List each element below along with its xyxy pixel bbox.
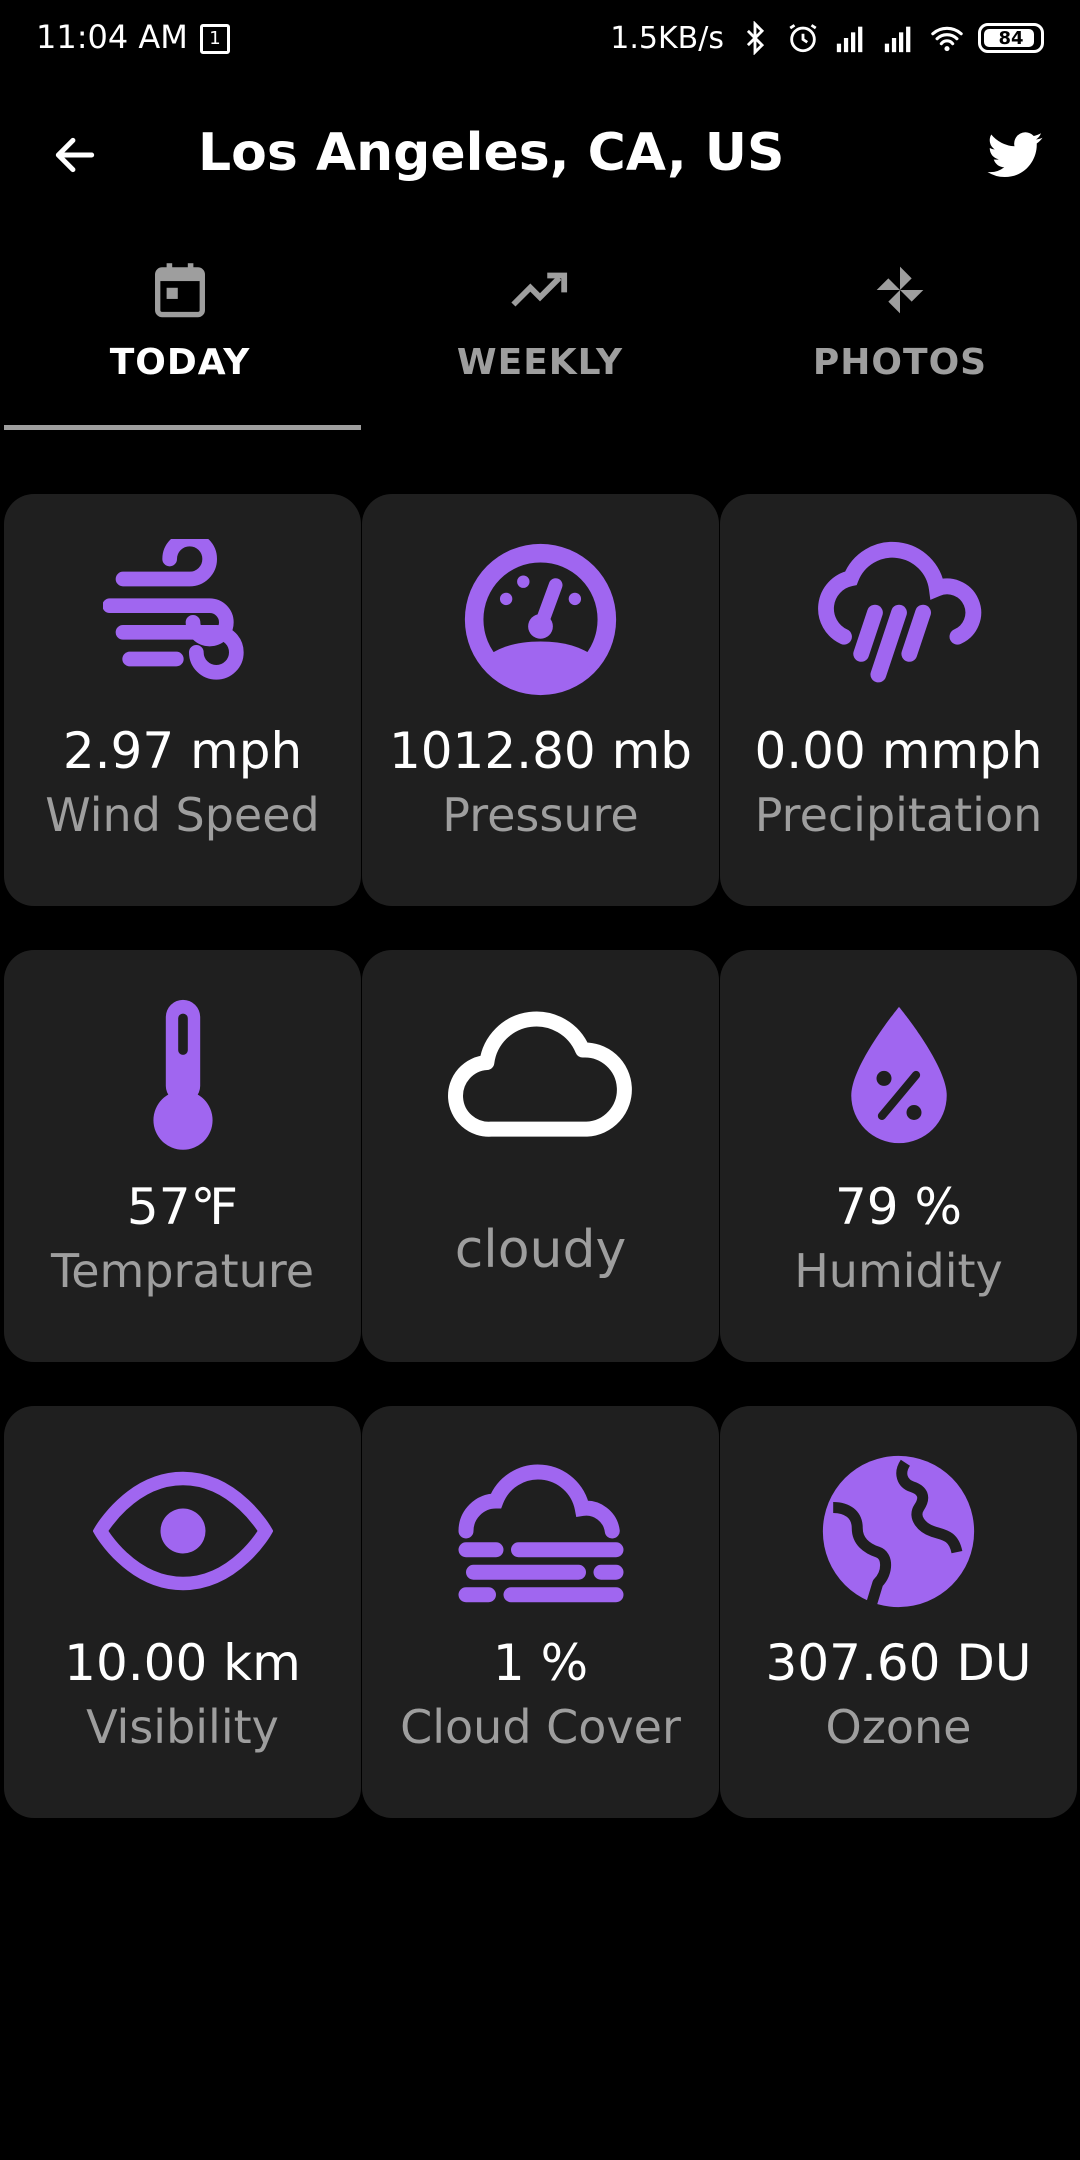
battery-level: 84 [998,27,1024,49]
cloud-cover-card[interactable]: 1 % Cloud Cover [362,1406,719,1818]
signal-roaming-icon [884,26,911,53]
eye-icon [92,1471,273,1591]
temperature-card[interactable]: 57℉ Temprature [4,950,361,1362]
app-bar: Los Angeles, CA, US [0,95,1080,215]
alarm-icon [789,24,817,53]
wind-speed-value: 2.97 mph [62,722,303,780]
humidity-drop-icon [850,1006,947,1144]
back-button[interactable] [40,120,110,190]
grid-row: 2.97 mph Wind Speed 1012.80 mb Pressure … [4,494,1078,906]
temperature-label: Temprature [50,1244,315,1298]
pressure-value: 1012.80 mb [388,722,693,780]
humidity-value: 79 % [834,1178,963,1236]
precipitation-label: Precipitation [754,788,1043,842]
share-twitter-button[interactable] [980,120,1050,190]
tab-photos[interactable]: PHOTOS [720,245,1080,430]
tab-bar: TODAY WEEKLY PHOTOS [0,245,1080,430]
rain-cloud-icon [817,541,981,682]
page-title: Los Angeles, CA, US [198,123,785,183]
network-speed: 1.5KB/s [610,20,724,56]
temperature-value: 57℉ [126,1178,239,1236]
cloud-cover-value: 1 % [492,1634,589,1692]
twitter-icon [987,132,1043,178]
status-time: 11:04 AM [36,18,188,56]
globe-icon [822,1455,975,1607]
status-bar: 11:04 AM 1 1.5KB/s 84 [0,0,1080,80]
active-tab-indicator [4,425,361,430]
pressure-card[interactable]: 1012.80 mb Pressure [362,494,719,906]
calendar-icon [155,263,205,318]
visibility-card[interactable]: 10.00 km Visibility [4,1406,361,1818]
tab-photos-label: PHOTOS [812,342,988,383]
gauge-icon [464,543,617,695]
ozone-card[interactable]: 307.60 DU Ozone [720,1406,1077,1818]
tab-weekly[interactable]: WEEKLY [360,245,720,430]
cloud-cover-label: Cloud Cover [400,1700,681,1754]
pressure-label: Pressure [442,788,639,842]
cloud-icon [447,1011,632,1137]
wind-icon [102,539,244,680]
condition-label: cloudy [454,1220,627,1280]
precipitation-card[interactable]: 0.00 mmph Precipitation [720,494,1077,906]
ozone-label: Ozone [825,1700,972,1754]
precipitation-value: 0.00 mmph [754,722,1043,780]
weather-grid: 2.97 mph Wind Speed 1012.80 mb Pressure … [4,494,1078,1862]
condition-card[interactable]: cloudy [362,950,719,1362]
ozone-value: 307.60 DU [765,1634,1032,1692]
tab-today-label: TODAY [109,342,251,383]
visibility-label: Visibility [86,1700,279,1754]
humidity-card[interactable]: 79 % Humidity [720,950,1077,1362]
bluetooth-icon [746,21,765,55]
humidity-label: Humidity [794,1244,1003,1298]
battery-indicator: 84 [978,23,1044,53]
grid-row: 10.00 km Visibility 1 % Cloud Cover 307.… [4,1406,1078,1818]
signal-icon [836,26,863,53]
notification-badge: 1 [200,24,230,54]
wind-speed-card[interactable]: 2.97 mph Wind Speed [4,494,361,906]
wifi-icon [931,26,963,52]
pinwheel-icon [876,266,924,314]
arrow-back-icon [55,137,95,173]
fog-cloud-icon [458,1464,623,1603]
status-icons: 1.5KB/s 84 [610,18,1044,58]
thermometer-icon [152,999,213,1150]
wind-speed-label: Wind Speed [45,788,320,842]
visibility-value: 10.00 km [64,1634,301,1692]
grid-row: 57℉ Temprature cloudy 79 % Humidity [4,950,1078,1362]
trending-up-icon [511,272,568,307]
tab-today[interactable]: TODAY [0,245,361,430]
tab-weekly-label: WEEKLY [456,342,624,383]
